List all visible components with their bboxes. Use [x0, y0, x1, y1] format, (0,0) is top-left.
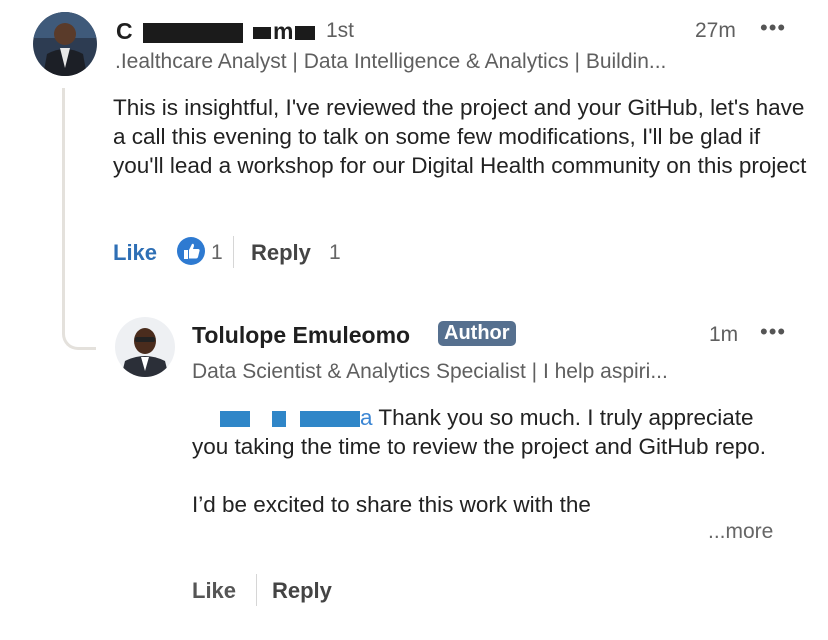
- reply-author-headline: Data Scientist & Analytics Specialist | …: [192, 360, 668, 383]
- more-dots-icon[interactable]: •••: [760, 15, 786, 41]
- reply-timestamp: 1m: [709, 323, 739, 346]
- author-badge: Author: [438, 321, 516, 346]
- reply-author-avatar[interactable]: [115, 317, 175, 377]
- commenter-avatar[interactable]: [33, 12, 97, 76]
- reply-author-name[interactable]: Tolulope Emuleomo: [192, 322, 410, 349]
- action-divider: [233, 236, 234, 268]
- reaction-count[interactable]: 1: [211, 241, 223, 265]
- thread-connector: [62, 88, 96, 350]
- action-divider: [256, 574, 257, 606]
- like-button[interactable]: Like: [113, 240, 157, 266]
- more-dots-icon[interactable]: •••: [760, 319, 786, 345]
- reply-button[interactable]: Reply: [251, 240, 311, 266]
- connection-degree: 1st: [326, 19, 355, 42]
- thumbs-up-icon[interactable]: [176, 236, 206, 266]
- comment-body: This is insightful, I've reviewed the pr…: [113, 95, 807, 178]
- reply-reply-button[interactable]: Reply: [272, 578, 332, 604]
- reply-like-button[interactable]: Like: [192, 578, 236, 604]
- commenter-name[interactable]: C m: [116, 18, 316, 45]
- reply-count: 1: [329, 241, 341, 264]
- see-more-link[interactable]: ...more: [708, 520, 773, 544]
- comment-timestamp: 27m: [695, 19, 736, 42]
- reply-body: a Thank you so much. I truly appreciate …: [192, 405, 767, 517]
- commenter-headline: .Iealthcare Analyst | Data Intelligence …: [115, 50, 667, 73]
- mention-link[interactable]: a: [192, 405, 373, 430]
